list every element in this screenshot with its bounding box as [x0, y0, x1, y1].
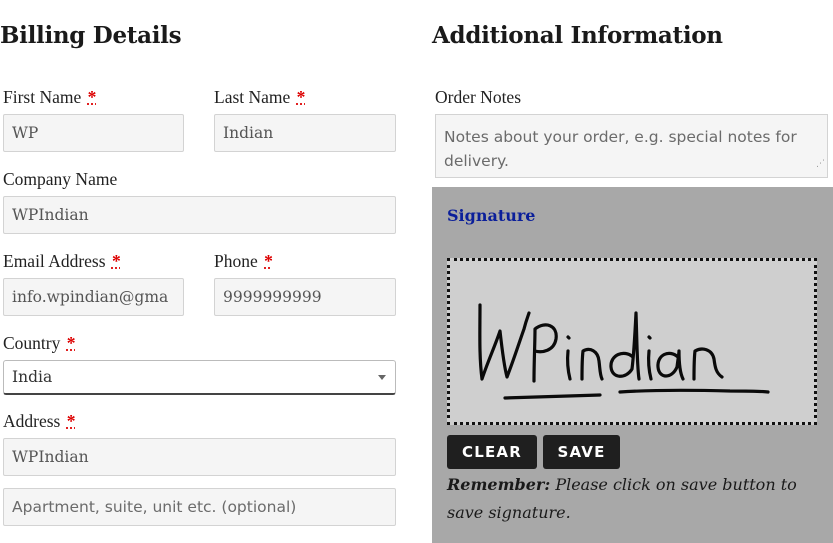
- company-name-label: Company Name: [3, 169, 118, 189]
- required-marker: *: [66, 411, 76, 431]
- last-name-label-text: Last Name: [214, 87, 291, 107]
- email-label-text: Email Address: [3, 251, 106, 271]
- signature-drawing: [478, 303, 770, 400]
- required-marker: *: [111, 251, 121, 271]
- required-marker: *: [87, 87, 97, 107]
- first-name-field[interactable]: WP: [3, 114, 184, 152]
- country-select[interactable]: India: [3, 360, 396, 395]
- address-line2-field[interactable]: Apartment, suite, unit etc. (optional): [3, 488, 396, 526]
- save-button[interactable]: SAVE: [543, 435, 620, 469]
- order-notes-textarea[interactable]: Notes about your order, e.g. special not…: [435, 114, 828, 178]
- order-notes-placeholder: Notes about your order, e.g. special not…: [444, 128, 797, 170]
- required-marker: *: [264, 251, 273, 271]
- address-label: Address *: [3, 411, 75, 432]
- company-name-field[interactable]: WPIndian: [3, 196, 396, 234]
- additional-heading: Additional Information: [432, 22, 723, 49]
- address-label-text: Address: [3, 411, 61, 431]
- reminder-bold: Remember:: [447, 475, 551, 494]
- phone-label: Phone *: [214, 251, 273, 272]
- first-name-label-text: First Name: [3, 87, 82, 107]
- required-marker: *: [296, 87, 306, 107]
- signature-reminder: Remember: Please click on save button to…: [447, 471, 807, 527]
- email-label: Email Address *: [3, 251, 121, 272]
- billing-heading: Billing Details: [0, 22, 182, 49]
- signature-pad[interactable]: [447, 258, 817, 425]
- phone-field[interactable]: 9999999999: [214, 278, 396, 316]
- required-marker: *: [66, 333, 76, 353]
- clear-button[interactable]: CLEAR: [447, 435, 537, 469]
- resize-grip-icon[interactable]: ⋰: [816, 152, 825, 176]
- country-select-value: India: [12, 368, 53, 386]
- chevron-down-icon: [378, 375, 386, 380]
- country-label-text: Country: [3, 333, 61, 353]
- first-name-label: First Name *: [3, 87, 96, 108]
- address-line1-field[interactable]: WPIndian: [3, 438, 396, 476]
- phone-label-text: Phone: [214, 251, 258, 271]
- signature-title: Signature: [447, 206, 536, 225]
- last-name-label: Last Name *: [214, 87, 305, 108]
- last-name-field[interactable]: Indian: [214, 114, 396, 152]
- country-label: Country *: [3, 333, 76, 354]
- order-notes-label: Order Notes: [435, 87, 522, 107]
- email-field[interactable]: info.wpindian@gma: [3, 278, 184, 316]
